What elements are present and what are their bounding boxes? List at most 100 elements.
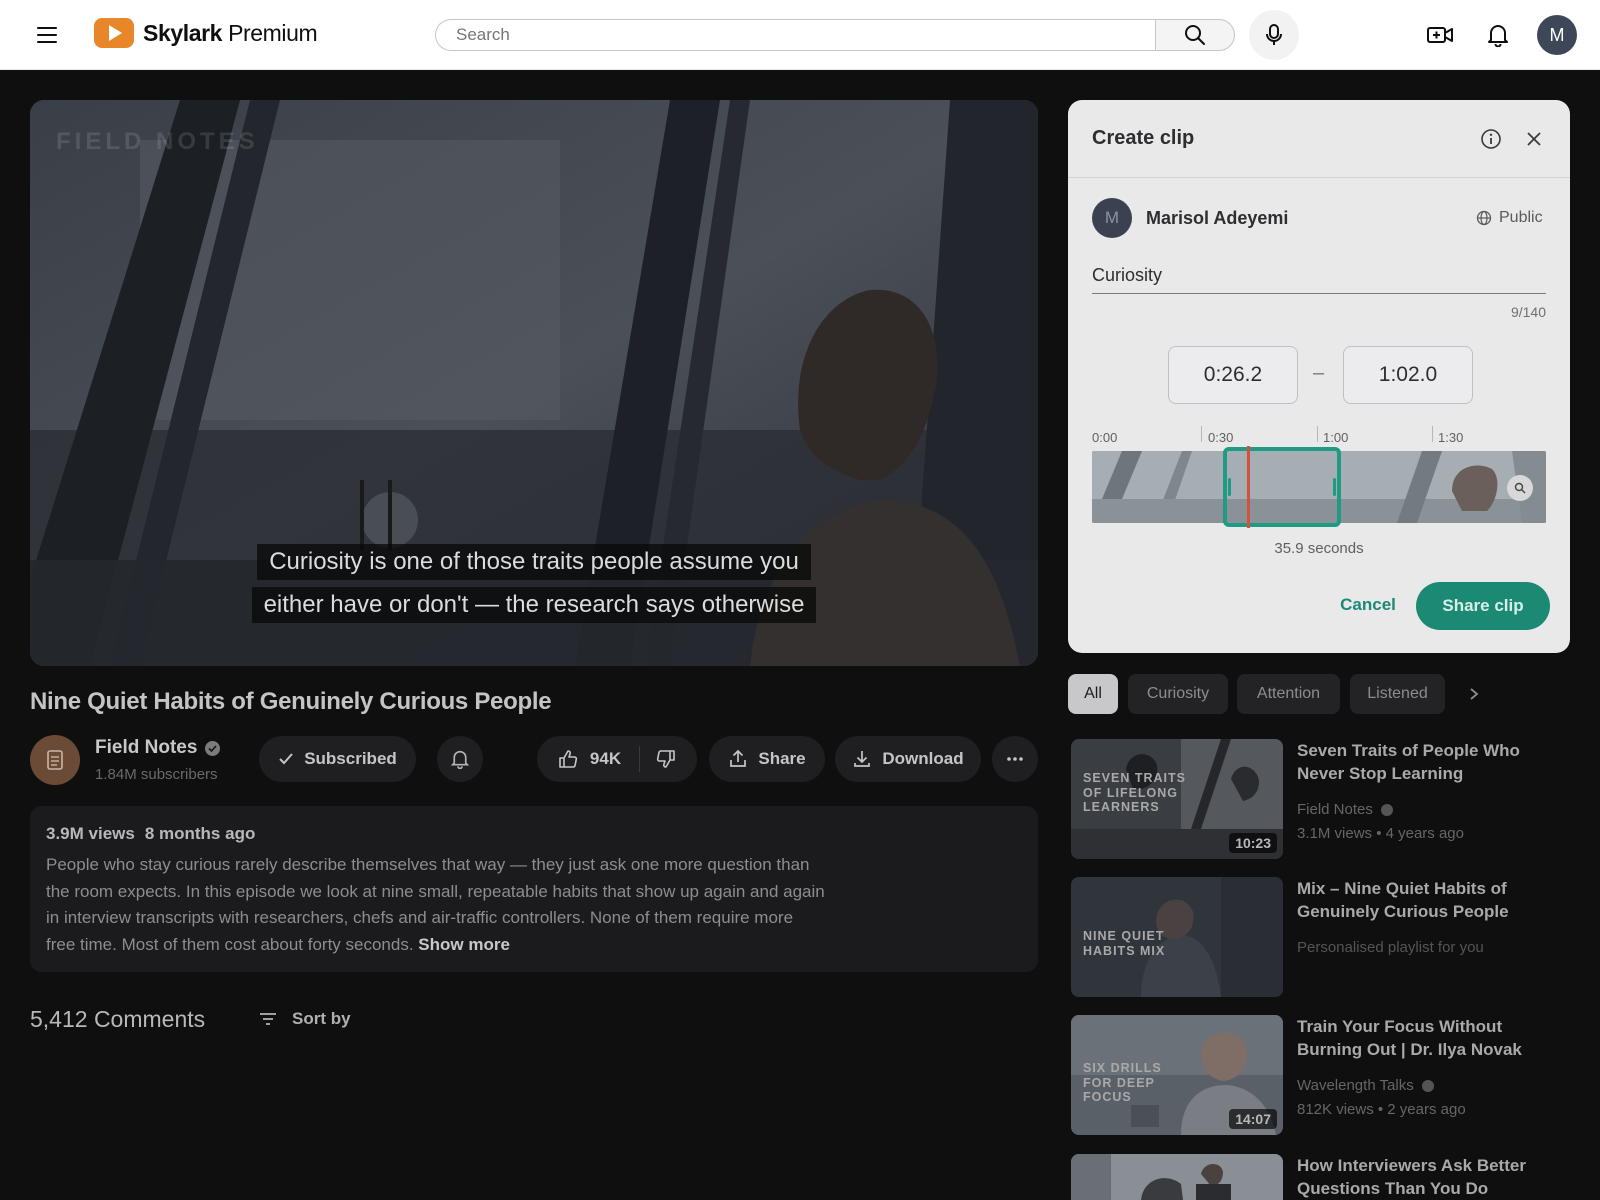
create-video-button[interactable]	[1425, 20, 1455, 50]
like-button[interactable]: 94K	[558, 746, 641, 772]
clip-end-time-input[interactable]	[1343, 346, 1473, 404]
recommendation-item[interactable]: Seven traits of lifelong learners 10:23 …	[1071, 739, 1576, 859]
recommendation-thumbnail[interactable]	[1071, 1154, 1283, 1200]
cancel-clip-button[interactable]: Cancel	[1314, 582, 1422, 628]
create-clip-panel: Create clip M Marisol Adeyemi Public 9/1…	[1068, 100, 1570, 653]
thumbnail-image	[1071, 1154, 1283, 1200]
document-icon	[47, 750, 63, 770]
chips-next-button[interactable]	[1462, 682, 1486, 706]
clip-start-time-input[interactable]	[1168, 346, 1298, 404]
recommendation-item[interactable]: How Interviewers Ask Better Questions Th…	[1071, 1154, 1576, 1200]
sort-icon	[260, 1013, 276, 1025]
bell-icon	[1488, 25, 1508, 47]
verified-badge-icon	[205, 740, 221, 756]
thumbs-up-icon	[559, 750, 578, 768]
clip-title-input[interactable]	[1092, 258, 1546, 294]
video-title: Nine Quiet Habits of Genuinely Curious P…	[30, 688, 552, 715]
download-button[interactable]: Download	[835, 736, 981, 782]
close-icon	[1527, 132, 1541, 146]
clip-title-char-counter: 9/140	[1510, 304, 1546, 320]
account-avatar[interactable]: M	[1537, 15, 1577, 55]
share-clip-button[interactable]: Share clip	[1416, 582, 1550, 630]
share-button[interactable]: Share	[709, 736, 825, 782]
recommendation-thumbnail[interactable]: Seven traits of lifelong learners 10:23	[1071, 739, 1283, 859]
visibility-selector[interactable]: Public	[1476, 209, 1543, 227]
clip-selection-range[interactable]	[1223, 447, 1341, 527]
clip-user-avatar: M	[1092, 198, 1132, 238]
chip-attention[interactable]: Attention	[1237, 674, 1340, 714]
checkmark-icon	[279, 753, 293, 765]
video-camera-plus-icon	[1427, 27, 1453, 43]
timeline-tick-mark	[1201, 426, 1202, 442]
share-icon	[730, 749, 747, 767]
show-more-link[interactable]: Show more	[418, 935, 510, 954]
close-clip-button[interactable]	[1523, 128, 1545, 150]
recommendation-thumbnail[interactable]: Six drills for deep focus 14:07	[1071, 1015, 1283, 1135]
recommendation-title[interactable]: Train Your Focus Without Burning Out | D…	[1297, 1015, 1567, 1061]
recommendation-thumbnail[interactable]: Nine quiet habits mix	[1071, 877, 1283, 997]
clip-duration-label: 35.9 seconds	[1274, 540, 1364, 557]
timeline-zoom-button[interactable]	[1507, 475, 1533, 501]
video-duration-badge: 14:07	[1229, 1109, 1277, 1129]
description-box[interactable]: 3.9M views 8 months ago People who stay c…	[30, 806, 1038, 972]
like-dislike-group: 94K	[537, 736, 697, 782]
clip-start-handle[interactable]	[1228, 478, 1231, 496]
clip-end-handle[interactable]	[1333, 478, 1336, 496]
globe-icon	[1476, 210, 1492, 226]
video-duration-badge: 10:23	[1229, 833, 1277, 853]
thumbnail-overlay-text: Nine quiet habits mix	[1083, 929, 1166, 958]
video-player[interactable]: FIELD NOTES Curiosity is one of those tr…	[30, 100, 1038, 666]
download-icon	[854, 751, 871, 767]
timeline-tick-mark	[1432, 426, 1433, 442]
more-actions-button[interactable]	[992, 736, 1038, 782]
thumbnail-overlay-text: Six drills for deep focus	[1083, 1061, 1162, 1104]
chip-listened[interactable]: Listened	[1350, 674, 1445, 714]
chip-all[interactable]: All	[1068, 674, 1118, 714]
timeline-tick-label: 1:00	[1323, 430, 1349, 445]
sort-comments-button[interactable]: Sort by	[258, 1009, 351, 1029]
info-icon	[1481, 129, 1501, 149]
subscriber-count: 1.84M subscribers	[95, 766, 218, 783]
search-button[interactable]	[1155, 19, 1235, 51]
caption-line-2: either have or don't — the research says…	[30, 587, 1038, 623]
timeline-tick-label: 0:00	[1092, 430, 1118, 445]
video-watermark: FIELD NOTES	[56, 128, 259, 155]
brand-logo[interactable]: Skylark Premium	[94, 18, 318, 48]
voice-search-button[interactable]	[1249, 10, 1299, 60]
dislike-button[interactable]	[640, 749, 676, 769]
caption-line-1: Curiosity is one of those traits people …	[30, 544, 1038, 580]
notification-bell-button[interactable]	[437, 736, 483, 782]
video-frame	[30, 100, 1038, 666]
notifications-button[interactable]	[1483, 20, 1513, 50]
comments-count: 5,412 Comments	[30, 1006, 206, 1032]
chevron-right-icon	[1470, 688, 1479, 700]
recommendation-title[interactable]: How Interviewers Ask Better Questions Th…	[1297, 1154, 1567, 1200]
clip-user-name: Marisol Adeyemi	[1146, 208, 1289, 228]
menu-icon[interactable]	[33, 22, 61, 48]
recommendation-item[interactable]: Nine quiet habits mix Mix – Nine Quiet H…	[1071, 877, 1576, 997]
chip-curiosity[interactable]: Curiosity	[1128, 674, 1228, 714]
search-input[interactable]	[435, 19, 1155, 51]
recommendation-item[interactable]: Six drills for deep focus 14:07 Train Yo…	[1071, 1015, 1576, 1135]
clip-panel-title: Create clip	[1092, 127, 1195, 149]
verified-badge-icon	[1421, 1079, 1434, 1092]
recommendation-title[interactable]: Seven Traits of People Who Never Stop Le…	[1297, 739, 1567, 785]
play-logo-icon	[94, 18, 134, 48]
clip-info-button[interactable]	[1480, 128, 1502, 150]
video-stats: 3.9M views 8 months ago	[46, 824, 256, 843]
recommendation-title[interactable]: Mix – Nine Quiet Habits of Genuinely Cur…	[1297, 877, 1567, 923]
recommendation-channel[interactable]: Wavelength Talks	[1297, 1077, 1434, 1094]
thumbnail-overlay-text: Seven traits of lifelong learners	[1083, 771, 1186, 814]
subscribed-button[interactable]: Subscribed	[259, 736, 416, 782]
timeline-playhead[interactable]	[1247, 446, 1250, 528]
channel-avatar[interactable]	[30, 735, 80, 785]
recommendation-stats: 3.1M views • 4 years ago	[1297, 825, 1464, 842]
recommendation-channel[interactable]: Field Notes	[1297, 801, 1393, 818]
timeline-tick-mark	[1317, 426, 1318, 442]
recommendation-subtitle: Personalised playlist for you	[1297, 939, 1484, 956]
channel-name[interactable]: Field Notes	[95, 737, 221, 759]
search-icon	[1185, 25, 1205, 45]
time-range-separator: –	[1313, 362, 1325, 384]
brand-wordmark: Skylark Premium	[143, 19, 318, 46]
microphone-icon	[1266, 24, 1282, 45]
